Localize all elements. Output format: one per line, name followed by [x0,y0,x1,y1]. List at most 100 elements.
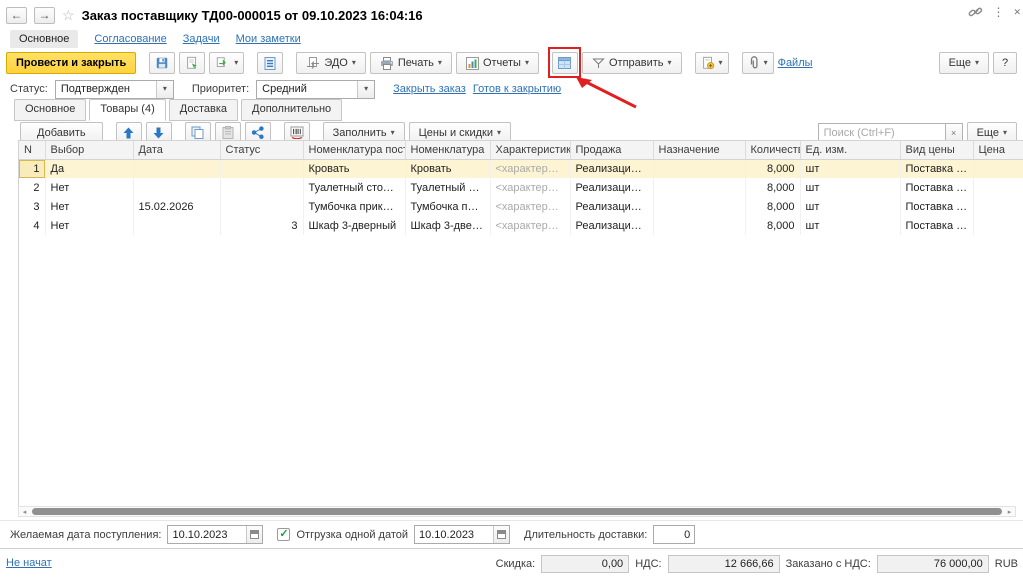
scroll-right-icon[interactable]: ▸ [1004,507,1015,516]
calendar-button[interactable] [493,526,509,543]
column-header[interactable]: Выбор [45,141,134,160]
cell[interactable]: 8,000 [745,197,801,216]
priority-select[interactable]: Средний ▾ [256,79,376,99]
table-row[interactable]: 4 Нет 3 Шкаф 3-дверный Шкаф 3-дверный <х… [19,216,1023,235]
cell[interactable]: Нет [45,178,134,197]
cell[interactable] [133,178,221,197]
cell[interactable] [653,159,746,178]
cell[interactable]: 2 [19,178,46,197]
cell[interactable] [653,197,746,216]
horizontal-scrollbar[interactable]: ◂ ▸ [18,506,1016,517]
tab-additional[interactable]: Дополнительно [241,99,343,121]
cell[interactable]: 1 [19,159,46,178]
cell[interactable]: Шкаф 3-дверный [303,216,406,235]
cell[interactable]: Тумбочка прикро… [405,197,491,216]
close-order-link[interactable]: Закрыть заказ [393,83,466,95]
nav-tab-tasks[interactable]: Задачи [183,33,220,45]
attach-button[interactable]: ▾ [741,52,774,74]
cell[interactable] [653,178,746,197]
cell[interactable] [973,216,1023,235]
cell[interactable]: <характеристики… [490,216,571,235]
column-header[interactable]: Продажа [570,141,654,160]
cell[interactable]: Поставка мебели [900,197,974,216]
cell[interactable]: Туалетный столик [303,178,406,197]
nav-tab-approval[interactable]: Согласование [94,33,166,45]
tab-goods[interactable]: Товары (4) [89,99,166,121]
cell[interactable]: шт [800,178,901,197]
cell[interactable]: 8,000 [745,216,801,235]
cell[interactable]: Нет [45,216,134,235]
desired-date-input[interactable] [168,526,247,543]
cell[interactable] [133,159,221,178]
cell[interactable]: 3 [220,216,304,235]
cell[interactable]: Реализация товар… [570,159,654,178]
cell[interactable]: Кровать [303,159,406,178]
help-button[interactable]: ? [993,52,1017,74]
cell[interactable]: <характеристики… [490,159,571,178]
cell[interactable]: Да [45,159,134,178]
cell[interactable]: шт [800,197,901,216]
ready-to-close-link[interactable]: Готов к закрытию [473,83,561,95]
cell[interactable]: Тумбочка прикроватная [303,197,406,216]
cell[interactable]: 8,000 [745,159,801,178]
cell[interactable]: Кровать [405,159,491,178]
print-button[interactable]: Печать ▾ [369,52,452,74]
column-header[interactable]: Статус [220,141,304,160]
tab-delivery[interactable]: Доставка [168,99,238,121]
get-link-icon[interactable] [968,6,983,19]
back-button[interactable]: ← [6,6,27,24]
cell[interactable] [220,197,304,216]
cell[interactable]: 4 [19,216,46,235]
cell[interactable] [973,178,1023,197]
document-movements-button[interactable] [257,52,284,74]
cell[interactable]: <характеристики… [490,178,571,197]
send-button[interactable]: Отправить ▾ [581,52,682,74]
cell[interactable]: Реализация товар… [570,197,654,216]
column-header[interactable]: Ед. изм. [800,141,901,160]
cell[interactable] [653,216,746,235]
cell[interactable]: 15.02.2026 [133,197,221,216]
state-link[interactable]: Не начат [6,557,52,569]
column-header[interactable]: Количество [745,141,801,160]
cell[interactable]: <характеристики… [490,197,571,216]
column-header[interactable]: Номенклатура поставщика [303,141,406,160]
column-header[interactable]: N [19,141,46,160]
cell[interactable] [133,216,221,235]
favorite-star-icon[interactable]: ☆ [62,7,75,24]
column-header[interactable]: Цена [973,141,1023,160]
scroll-left-icon[interactable]: ◂ [19,507,30,516]
cell[interactable] [973,197,1023,216]
cell[interactable]: Шкаф 3-дверный [405,216,491,235]
create-based-on-button[interactable]: ▾ [209,52,245,74]
post-document-button[interactable] [179,52,206,74]
cell[interactable]: 8,000 [745,178,801,197]
post-and-close-button[interactable]: Провести и закрыть [6,52,137,74]
table-view-button[interactable] [551,52,578,74]
table-row[interactable]: 3 Нет 15.02.2026 Тумбочка прикроватная Т… [19,197,1023,216]
column-header[interactable]: Назначение [653,141,746,160]
scrollbar-thumb[interactable] [32,508,1002,515]
cell[interactable]: Поставка мебели [900,216,974,235]
status-select[interactable]: Подтвержден ▾ [54,79,174,99]
table-row[interactable]: 2 Нет Туалетный столик Туалетный столик … [19,178,1023,197]
cell[interactable]: 3 [19,197,46,216]
column-header[interactable]: Вид цены [900,141,974,160]
reports-button[interactable]: Отчеты ▾ [455,52,539,74]
files-link[interactable]: Файлы [778,57,813,69]
column-header[interactable]: Номенклатура [405,141,491,160]
single-date-checkbox[interactable]: ✓ [277,528,291,541]
cell[interactable]: Реализация товар… [570,178,654,197]
cell[interactable] [220,178,304,197]
table-row[interactable]: 1 Да Кровать Кровать <характеристики… Ре… [19,159,1023,178]
cell[interactable]: Туалетный столик [405,178,491,197]
cell[interactable]: шт [800,159,901,178]
cell[interactable] [220,159,304,178]
edo-button[interactable]: ЭДО ▾ [296,52,366,74]
forward-button[interactable]: → [34,6,55,24]
more-button[interactable]: Еще ▾ [938,52,989,74]
duration-input[interactable] [653,525,696,544]
cell[interactable]: Поставка мебели [900,159,974,178]
column-header[interactable]: Характеристика [490,141,571,160]
cell[interactable]: шт [800,216,901,235]
calendar-button[interactable] [246,526,263,543]
